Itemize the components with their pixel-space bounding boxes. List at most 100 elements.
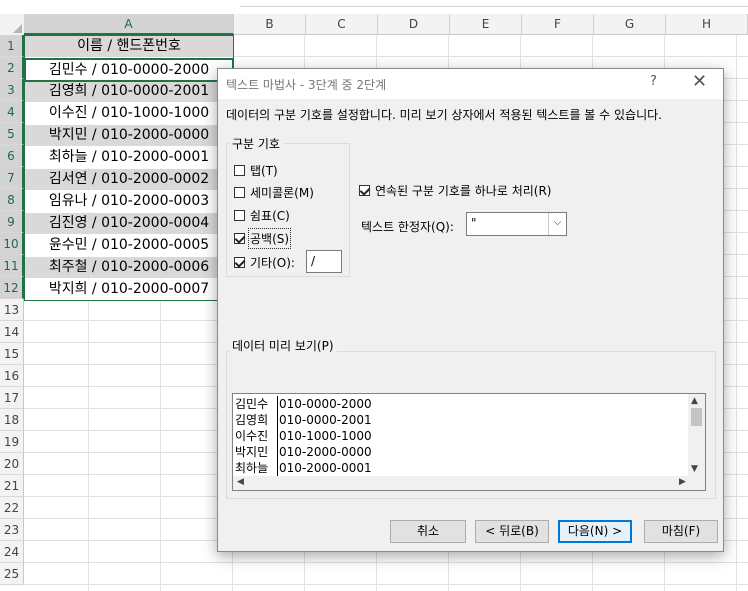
row-header[interactable]: 14	[0, 321, 24, 343]
row-header[interactable]: 11	[0, 255, 24, 277]
formula-bar-edge	[240, 0, 748, 7]
row-header[interactable]: 9	[0, 211, 24, 233]
row-header[interactable]: 3	[0, 79, 24, 101]
column-header-a[interactable]: A	[24, 14, 234, 35]
column-header-b[interactable]: B	[234, 14, 306, 35]
header-cell-a1[interactable]: 이름 / 핸드폰번호	[25, 36, 233, 57]
text-qualifier-label: 텍스트 한정자(Q):	[361, 220, 454, 234]
column-header-h[interactable]: H	[666, 14, 748, 35]
preview-cell: 김민수	[235, 396, 278, 412]
select-all-triangle-icon	[13, 24, 22, 33]
preview-cell: 010-2000-0001	[279, 461, 372, 475]
row-header[interactable]: 19	[0, 431, 24, 453]
scroll-right-icon[interactable]: ▶	[679, 477, 686, 487]
delimiters-group-label: 구분 기호	[229, 135, 283, 152]
space-checkbox[interactable]: 공백(S)	[234, 228, 292, 249]
scroll-down-icon[interactable]: ▼	[691, 464, 698, 474]
text-qualifier-value: "	[471, 216, 477, 230]
data-cell[interactable]: 최하늘 / 010-2000-0001	[25, 147, 233, 168]
row-header[interactable]: 13	[0, 299, 24, 321]
row-header[interactable]: 23	[0, 519, 24, 541]
row-header[interactable]: 16	[0, 365, 24, 387]
next-button[interactable]: 다음(N) >	[558, 520, 632, 543]
text-qualifier-select[interactable]: " ⌵	[466, 212, 567, 236]
row-header[interactable]: 18	[0, 409, 24, 431]
tab-checkbox-label: 탭(T)	[250, 164, 278, 178]
checkmark-icon	[234, 257, 245, 268]
checkmark-icon	[359, 185, 370, 196]
data-cell[interactable]: 김민수 / 010-0000-2000	[25, 60, 233, 81]
preview-cell: 김영희	[235, 412, 278, 428]
other-checkbox[interactable]: 기타(O):	[234, 254, 295, 271]
preview-content: 김민수 010-0000-2000 김영희 010-0000-2001 이수진 …	[235, 396, 689, 480]
row-header[interactable]: 21	[0, 475, 24, 497]
checkbox-box	[234, 210, 245, 221]
tab-checkbox[interactable]: 탭(T)	[234, 162, 278, 179]
row-header[interactable]: 15	[0, 343, 24, 365]
data-cell[interactable]: 김영희 / 010-0000-2001	[25, 81, 233, 102]
scroll-up-icon[interactable]: ▲	[691, 396, 698, 406]
semicolon-checkbox-label: 세미콜론(M)	[250, 186, 314, 200]
text-qualifier-label-row: 텍스트 한정자(Q):	[361, 218, 454, 235]
data-cell[interactable]: 김서연 / 010-2000-0002	[25, 169, 233, 190]
column-header-f[interactable]: F	[522, 14, 594, 35]
row-header[interactable]: 10	[0, 233, 24, 255]
data-cell[interactable]: 김진영 / 010-2000-0004	[25, 213, 233, 234]
consecutive-delimiters-label: 연속된 구분 기호를 하나로 처리(R)	[375, 184, 552, 198]
text-wizard-dialog: 텍스트 마법사 - 3단계 중 2단계 ? ✕ 데이터의 구분 기호를 설정합니…	[217, 68, 724, 552]
data-cell[interactable]: 윤수민 / 010-2000-0005	[25, 235, 233, 256]
scroll-thumb[interactable]	[691, 408, 702, 426]
dialog-titlebar[interactable]: 텍스트 마법사 - 3단계 중 2단계 ? ✕	[218, 69, 723, 99]
semicolon-checkbox[interactable]: 세미콜론(M)	[234, 184, 314, 201]
preview-horizontal-scrollbar[interactable]: ◀ ▶	[233, 476, 705, 490]
row-header[interactable]: 8	[0, 189, 24, 211]
wizard-description: 데이터의 구분 기호를 설정합니다. 미리 보기 상자에서 적용된 텍스트를 볼…	[226, 108, 662, 122]
chevron-down-icon[interactable]: ⌵	[548, 213, 566, 235]
back-button[interactable]: < 뒤로(B)	[475, 520, 549, 543]
other-delimiter-input[interactable]: /	[306, 250, 342, 273]
comma-checkbox[interactable]: 쉼표(C)	[234, 207, 290, 224]
preview-cell: 최하늘	[235, 460, 278, 476]
scroll-left-icon[interactable]: ◀	[237, 477, 244, 487]
preview-cell: 010-0000-2000	[279, 397, 372, 411]
comma-checkbox-label: 쉼표(C)	[250, 209, 290, 223]
preview-cell: 010-1000-1000	[279, 429, 372, 443]
data-cell[interactable]: 이수진 / 010-1000-1000	[25, 103, 233, 124]
select-all-corner[interactable]	[0, 14, 25, 36]
close-icon[interactable]: ✕	[692, 71, 707, 92]
checkbox-box	[234, 165, 245, 176]
preview-group-label: 데이터 미리 보기(P)	[229, 337, 337, 354]
row-header[interactable]: 12	[0, 277, 24, 299]
row-header[interactable]: 20	[0, 453, 24, 475]
space-checkbox-label: 공백(S)	[247, 228, 292, 249]
row-header[interactable]: 25	[0, 563, 24, 585]
data-preview-box[interactable]: 김민수 010-0000-2000 김영희 010-0000-2001 이수진 …	[232, 393, 706, 491]
other-checkbox-label: 기타(O):	[250, 256, 295, 270]
checkmark-icon	[234, 233, 245, 244]
column-header-e[interactable]: E	[450, 14, 522, 35]
preview-vertical-scrollbar[interactable]: ▲ ▼	[688, 394, 705, 476]
finish-button[interactable]: 마침(F)	[644, 520, 718, 543]
dialog-title: 텍스트 마법사 - 3단계 중 2단계	[226, 78, 387, 92]
preview-cell: 박지민	[235, 444, 278, 460]
row-header[interactable]: 6	[0, 145, 24, 167]
data-cell[interactable]: 임유나 / 010-2000-0003	[25, 191, 233, 212]
row-header[interactable]: 17	[0, 387, 24, 409]
row-header[interactable]: 7	[0, 167, 24, 189]
data-cell[interactable]: 최주철 / 010-2000-0006	[25, 257, 233, 278]
row-header[interactable]: 1	[0, 35, 24, 57]
column-header-c[interactable]: C	[306, 14, 378, 35]
data-cell[interactable]: 박지민 / 010-2000-0000	[25, 125, 233, 146]
column-header-g[interactable]: G	[594, 14, 666, 35]
consecutive-delimiters-checkbox[interactable]: 연속된 구분 기호를 하나로 처리(R)	[359, 182, 551, 199]
row-header[interactable]: 2	[0, 57, 24, 79]
data-cell[interactable]: 박지희 / 010-2000-0007	[25, 279, 233, 300]
cancel-button[interactable]: 취소	[390, 520, 466, 543]
column-header-d[interactable]: D	[378, 14, 450, 35]
row-header[interactable]: 22	[0, 497, 24, 519]
row-header[interactable]: 5	[0, 123, 24, 145]
row-header[interactable]: 24	[0, 541, 24, 563]
row-header[interactable]: 4	[0, 101, 24, 123]
preview-cell: 010-2000-0000	[279, 445, 372, 459]
help-icon[interactable]: ?	[650, 74, 657, 89]
